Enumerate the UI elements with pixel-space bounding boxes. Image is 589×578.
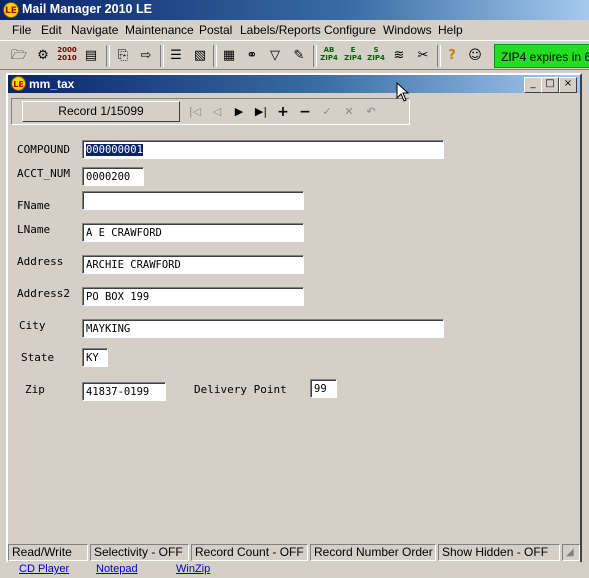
ezip-icon[interactable]: E ZIP4 bbox=[343, 46, 363, 66]
refresh-icon[interactable]: ↶ bbox=[362, 103, 380, 121]
insert-record-icon[interactable]: + bbox=[274, 103, 292, 121]
menu-maintenance[interactable]: Maintenance bbox=[125, 23, 194, 37]
status-record-count[interactable]: Record Count - OFF bbox=[191, 544, 308, 561]
menu-configure[interactable]: Configure bbox=[324, 23, 376, 37]
app-title-bar[interactable]: LE Mail Manager 2010 LE bbox=[0, 0, 589, 20]
import-icon[interactable]: ⎘ bbox=[113, 46, 133, 66]
toolbar-separator bbox=[160, 45, 164, 67]
address-label: Address bbox=[17, 255, 64, 268]
report-icon[interactable]: ▧ bbox=[190, 46, 210, 66]
first-record-icon[interactable]: |◁ bbox=[186, 103, 204, 121]
quick-links-bar: CD Player Notepad WinZip bbox=[0, 562, 589, 578]
address2-field[interactable]: PO BOX 199 bbox=[82, 287, 304, 306]
status-show-hidden[interactable]: Show Hidden - OFF bbox=[438, 544, 560, 561]
status-mode: Read/Write bbox=[8, 544, 88, 561]
record-window: LE mm_tax _ □ × Record 1/15099 |◁ ◁ ▶ ▶|… bbox=[6, 73, 582, 565]
lname-label: LName bbox=[17, 223, 51, 236]
zip4-expiry-banner: ZIP4 expires in 61 bbox=[494, 44, 589, 68]
state-label: State bbox=[21, 351, 55, 364]
label-icon[interactable]: ▤ bbox=[81, 46, 101, 66]
zip-label: Zip bbox=[25, 383, 45, 396]
toolbar-separator bbox=[437, 45, 441, 67]
winzip-link[interactable]: WinZip bbox=[176, 563, 210, 575]
city-label: City bbox=[19, 319, 46, 332]
delivery-point-field[interactable]: 99 bbox=[310, 379, 337, 398]
acct-num-field[interactable]: 0000200 bbox=[82, 167, 144, 186]
menu-navigate[interactable]: Navigate bbox=[71, 23, 118, 37]
status-record-order[interactable]: Record Number Order bbox=[310, 544, 436, 561]
address-field[interactable]: ARCHIE CRAWFORD bbox=[82, 255, 304, 274]
fname-field[interactable] bbox=[82, 191, 304, 210]
menu-help[interactable]: Help bbox=[438, 23, 463, 37]
record-window-title: mm_tax bbox=[29, 77, 75, 91]
binoculars-icon[interactable]: ⚭ bbox=[242, 46, 262, 66]
compound-value: 000000001 bbox=[86, 144, 143, 156]
acct-num-label: ACCT_NUM bbox=[17, 167, 70, 180]
year-top-label: 2000 bbox=[57, 46, 77, 54]
menu-windows[interactable]: Windows bbox=[383, 23, 432, 37]
wrench-icon[interactable]: ✎ bbox=[289, 46, 309, 66]
compound-field[interactable]: 000000001 bbox=[82, 140, 444, 159]
help-icon[interactable]: ? bbox=[442, 46, 462, 66]
menu-postal[interactable]: Postal bbox=[199, 23, 232, 37]
delete-record-icon[interactable]: − bbox=[296, 103, 314, 121]
status-selectivity[interactable]: Selectivity - OFF bbox=[90, 544, 189, 561]
filter-icon[interactable]: ▽ bbox=[265, 46, 285, 66]
open-database-icon[interactable]: 🗁 bbox=[9, 46, 29, 66]
delivery-point-label: Delivery Point bbox=[194, 383, 287, 396]
state-field[interactable]: KY bbox=[82, 348, 108, 367]
year-2000-2010-icon[interactable]: 2000 2010 bbox=[57, 46, 77, 66]
city-field[interactable]: MAYKING bbox=[82, 319, 444, 338]
wizard-icon[interactable]: ☺ bbox=[465, 46, 485, 66]
cd-player-link[interactable]: CD Player bbox=[19, 563, 69, 575]
mouse-cursor-icon bbox=[396, 82, 410, 102]
compound-label: COMPOUND bbox=[17, 143, 70, 156]
zip4-icon[interactable]: AB ZIP4 bbox=[319, 46, 339, 66]
stack-icon[interactable]: ≋ bbox=[389, 46, 409, 66]
szip-icon[interactable]: S ZIP4 bbox=[366, 46, 386, 66]
maximize-button[interactable]: □ bbox=[541, 77, 559, 93]
window-logo-icon: LE bbox=[11, 76, 26, 91]
fname-label: FName bbox=[17, 199, 51, 212]
record-window-title-bar[interactable]: LE mm_tax _ □ × bbox=[8, 75, 580, 93]
zip-field[interactable]: 41837-0199 bbox=[82, 382, 166, 401]
export-icon[interactable]: ⇨ bbox=[136, 46, 156, 66]
toolbar-separator bbox=[213, 45, 217, 67]
menu-labels-reports[interactable]: Labels/Reports bbox=[240, 23, 321, 37]
table-grid-icon[interactable]: ▦ bbox=[219, 46, 239, 66]
last-record-icon[interactable]: ▶| bbox=[252, 103, 270, 121]
record-position-button[interactable]: Record 1/15099 bbox=[22, 101, 180, 122]
next-record-icon[interactable]: ▶ bbox=[230, 103, 248, 121]
address2-label: Address2 bbox=[17, 287, 70, 300]
lname-field[interactable]: A E CRAWFORD bbox=[82, 223, 304, 242]
toolbar-separator bbox=[106, 45, 110, 67]
menu-edit[interactable]: Edit bbox=[41, 23, 62, 37]
close-button[interactable]: × bbox=[559, 77, 577, 93]
cancel-edit-icon[interactable]: ✕ bbox=[340, 103, 358, 121]
resize-grip-icon[interactable]: ◢ bbox=[562, 544, 580, 561]
minimize-button[interactable]: _ bbox=[524, 77, 542, 93]
post-edit-icon[interactable]: ✓ bbox=[318, 103, 336, 121]
year-bottom-label: 2010 bbox=[57, 54, 77, 62]
menu-bar: File Edit Navigate Maintenance Postal La… bbox=[0, 20, 589, 40]
record-navigator: Record 1/15099 |◁ ◁ ▶ ▶| + − ✓ ✕ ↶ bbox=[11, 98, 410, 125]
tag-icon[interactable]: ✂ bbox=[413, 46, 433, 66]
status-bar: Read/Write Selectivity - OFF Record Coun… bbox=[6, 544, 582, 562]
notepad-link[interactable]: Notepad bbox=[96, 563, 138, 575]
toolbar: 🗁 ⚙ 2000 2010 ▤ ⎘ ⇨ ☰ ▧ ▦ ⚭ ▽ ✎ AB ZIP4 E… bbox=[0, 40, 589, 70]
toolbar-separator bbox=[313, 45, 317, 67]
settings-icon[interactable]: ⚙ bbox=[33, 46, 53, 66]
app-logo-icon: LE bbox=[3, 2, 19, 18]
app-title: Mail Manager 2010 LE bbox=[22, 2, 152, 16]
list-view-icon[interactable]: ☰ bbox=[166, 46, 186, 66]
menu-file[interactable]: File bbox=[12, 23, 31, 37]
prior-record-icon[interactable]: ◁ bbox=[208, 103, 226, 121]
